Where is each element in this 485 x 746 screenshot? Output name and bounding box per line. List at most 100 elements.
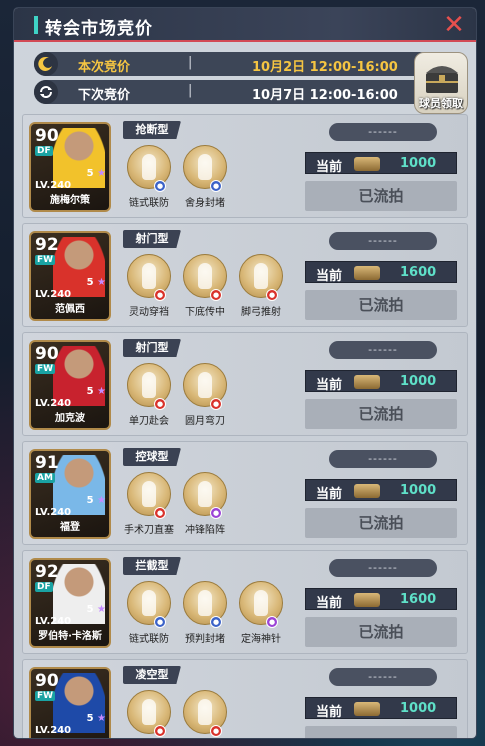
skill-badge-icon: ● bbox=[210, 398, 222, 410]
player-star-count: 5 bbox=[86, 168, 94, 179]
coin-stack-icon bbox=[354, 702, 380, 716]
skill-icon: ● bbox=[127, 581, 171, 628]
player-card[interactable]: 92 DF LV.240 5 ★ 罗伯特·卡洛斯 bbox=[29, 558, 111, 648]
player-rating: 90 bbox=[35, 671, 59, 691]
skill-label: 预判封堵 bbox=[185, 634, 225, 645]
skill-item[interactable]: ● 预判封堵 bbox=[179, 581, 231, 645]
player-star: 5 ★ bbox=[87, 713, 106, 724]
time-row-value: 10月7日 12:00-16:00 bbox=[252, 88, 398, 103]
player-star: 5 ★ bbox=[87, 168, 106, 179]
player-auction-card[interactable]: 92 FW LV.240 5 ★ 范佩西 射门型 ● 灵动穿裆 ● 下底传中 ● 脚弓推射 ------… bbox=[22, 223, 468, 327]
player-rating: 91 bbox=[35, 453, 59, 473]
skill-item[interactable]: ● 手术刀直塞 bbox=[123, 472, 175, 536]
panel-header: 转会市场竞价 ✕ bbox=[14, 8, 476, 42]
player-card[interactable]: 90 FW LV.240 5 ★ 加克波 bbox=[29, 340, 111, 430]
skill-badge-icon: ● bbox=[210, 725, 222, 737]
player-star: 5 ★ bbox=[87, 277, 106, 288]
player-type-tag: 凌空型 bbox=[123, 666, 181, 684]
player-star-count: 5 bbox=[86, 604, 94, 615]
star-icon: ★ bbox=[97, 277, 106, 288]
player-name: 施梅尔策 bbox=[50, 195, 90, 206]
skill-badge-icon: ● bbox=[210, 180, 222, 192]
player-position: DF bbox=[35, 582, 53, 592]
player-star-count: 5 bbox=[86, 386, 94, 397]
skill-badge-icon: ● bbox=[154, 725, 166, 737]
skill-item[interactable]: ● 链式联防 bbox=[123, 145, 175, 209]
current-price-row: 当前 1000 bbox=[305, 152, 457, 175]
player-card[interactable]: 91 AM LV.240 5 ★ 福登 bbox=[29, 449, 111, 539]
player-card[interactable]: 92 FW LV.240 5 ★ 范佩西 bbox=[29, 231, 111, 321]
skill-item[interactable]: ● 舍身封堵 bbox=[179, 145, 231, 209]
bid-info-pill: ------ bbox=[329, 559, 437, 577]
player-auction-card[interactable]: 90 FW LV.240 5 ★ 凌空型 ● ● ------ 当前 1000 bbox=[22, 659, 468, 738]
time-row-value: 10月2日 12:00-16:00 bbox=[252, 60, 398, 75]
star-icon: ★ bbox=[97, 386, 106, 397]
price-value: 1000 bbox=[400, 701, 437, 716]
player-auction-card[interactable]: 90 FW LV.240 5 ★ 加克波 射门型 ● 单刀赴会 ● 圆月弯刀 ------ 当前 100… bbox=[22, 332, 468, 436]
skill-item[interactable]: ● 下底传中 bbox=[179, 254, 231, 318]
price-label: 当前 bbox=[316, 596, 343, 611]
skill-item[interactable]: ● bbox=[123, 690, 175, 738]
player-portrait bbox=[53, 237, 105, 297]
player-claim-button[interactable]: 球员领取 bbox=[414, 52, 468, 114]
time-row-separator: | bbox=[188, 55, 193, 70]
player-card[interactable]: 90 DF LV.240 5 ★ 施梅尔策 bbox=[29, 122, 111, 212]
price-value: 1000 bbox=[400, 483, 437, 498]
player-level: LV.240 bbox=[35, 725, 72, 736]
skill-badge-icon: ● bbox=[210, 289, 222, 301]
skill-item[interactable]: ● 灵动穿裆 bbox=[123, 254, 175, 318]
bid-info-pill: ------ bbox=[329, 668, 437, 686]
auction-status-button[interactable] bbox=[305, 726, 457, 738]
player-level: LV.240 bbox=[35, 507, 72, 518]
skill-badge-icon: ● bbox=[154, 398, 166, 410]
skill-item[interactable]: ● 圆月弯刀 bbox=[179, 363, 231, 427]
coin-stack-icon bbox=[354, 484, 380, 498]
player-position: FW bbox=[35, 691, 56, 701]
auction-status-button[interactable]: 已流拍 bbox=[305, 617, 457, 647]
coin-stack-icon bbox=[354, 375, 380, 389]
player-position: FW bbox=[35, 364, 56, 374]
skill-badge-icon: ● bbox=[210, 616, 222, 628]
player-claim-label: 球员领取 bbox=[419, 97, 463, 110]
star-icon: ★ bbox=[97, 604, 106, 615]
current-price-row: 当前 1000 bbox=[305, 697, 457, 720]
skill-label: 脚弓推射 bbox=[241, 307, 281, 318]
auction-status-button[interactable]: 已流拍 bbox=[305, 181, 457, 211]
time-row-label: 本次竞价 bbox=[78, 60, 131, 75]
auction-status-button[interactable]: 已流拍 bbox=[305, 290, 457, 320]
skill-item[interactable]: ● 冲锋陷阵 bbox=[179, 472, 231, 536]
coin-stack-icon bbox=[354, 157, 380, 171]
player-type-tag: 射门型 bbox=[123, 230, 181, 248]
auction-list[interactable]: 90 DF LV.240 5 ★ 施梅尔策 抢断型 ● 链式联防 ● 舍身封堵 ------ 当前 10… bbox=[22, 114, 468, 738]
price-label: 当前 bbox=[316, 705, 343, 720]
skill-item[interactable]: ● 定海神针 bbox=[235, 581, 287, 645]
player-level: LV.240 bbox=[35, 180, 72, 191]
auction-status-button[interactable]: 已流拍 bbox=[305, 399, 457, 429]
current-price-row: 当前 1000 bbox=[305, 370, 457, 393]
skill-icon: ● bbox=[183, 254, 227, 301]
transfer-market-panel: 转会市场竞价 ✕ 本次竞价 | 10月2日 12:00-16:00 下次竞价 | 10月7… bbox=[14, 8, 476, 738]
page-title: 转会市场竞价 bbox=[45, 19, 153, 39]
time-row-separator: | bbox=[188, 83, 193, 98]
player-auction-card[interactable]: 91 AM LV.240 5 ★ 福登 控球型 ● 手术刀直塞 ● 冲锋陷阵 ------ 当前 100… bbox=[22, 441, 468, 545]
skill-icon: ● bbox=[183, 472, 227, 519]
star-icon: ★ bbox=[97, 168, 106, 179]
close-button[interactable]: ✕ bbox=[440, 11, 468, 39]
player-card[interactable]: 90 FW LV.240 5 ★ bbox=[29, 667, 111, 738]
auction-status-button[interactable]: 已流拍 bbox=[305, 508, 457, 538]
player-auction-card[interactable]: 90 DF LV.240 5 ★ 施梅尔策 抢断型 ● 链式联防 ● 舍身封堵 ------ 当前 10… bbox=[22, 114, 468, 218]
skill-badge-icon: ● bbox=[154, 507, 166, 519]
player-portrait bbox=[53, 346, 105, 406]
player-auction-card[interactable]: 92 DF LV.240 5 ★ 罗伯特·卡洛斯 拦截型 ● 链式联防 ● 预判封堵 ● 定海神针 --… bbox=[22, 550, 468, 654]
skill-icon: ● bbox=[183, 363, 227, 410]
player-position: AM bbox=[35, 473, 55, 483]
skill-item[interactable]: ● bbox=[179, 690, 231, 738]
price-label: 当前 bbox=[316, 269, 343, 284]
player-type-tag: 控球型 bbox=[123, 448, 181, 466]
skill-item[interactable]: ● 链式联防 bbox=[123, 581, 175, 645]
skill-item[interactable]: ● 脚弓推射 bbox=[235, 254, 287, 318]
skill-label: 定海神针 bbox=[241, 634, 281, 645]
player-portrait bbox=[53, 128, 105, 188]
player-portrait bbox=[53, 564, 105, 624]
skill-item[interactable]: ● 单刀赴会 bbox=[123, 363, 175, 427]
